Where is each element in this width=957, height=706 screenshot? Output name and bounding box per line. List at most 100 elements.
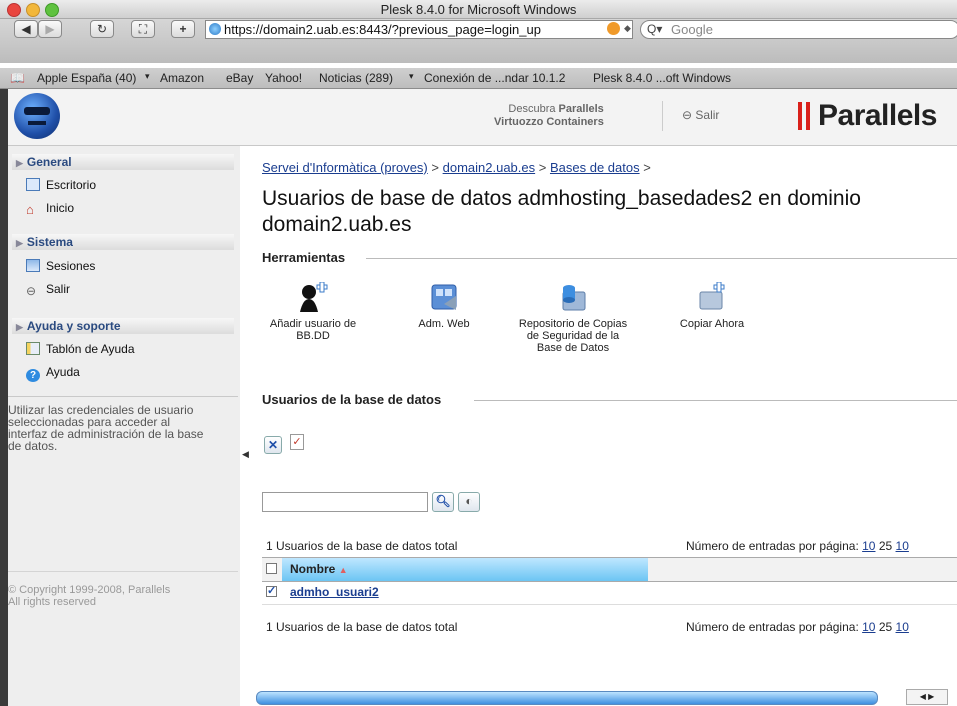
triangle-right-icon: ▶ [16,158,23,168]
chevron-down-icon[interactable]: ▾ [145,71,150,82]
breadcrumb-separator: > [431,160,439,175]
promo-line1-bold: Parallels [558,103,604,115]
parallels-bars-icon [798,102,810,130]
forward-button[interactable]: ▶ [38,20,62,38]
bookmark-yahoo[interactable]: Yahoo! [265,71,302,85]
logout-label: Salir [695,108,720,122]
per-page-label: Número de entradas por página: [686,620,859,634]
sidebar-item-label: Salir [46,282,71,296]
column-title: Nombre [290,562,336,576]
sidebar-item-label: Escritorio [46,178,97,192]
backup-now-icon [699,282,725,310]
window-left-edge [0,89,8,706]
address-bar[interactable]: https://domain2.uab.es:8443/?previous_pa… [205,20,633,39]
bookmark-conexion[interactable]: Conexión de ...ndar 10.1.2 [424,71,565,85]
logout-icon: ⊖ [26,284,37,298]
globe-icon [209,23,221,35]
breadcrumb-item[interactable]: Servei d'Informàtica (proves) [262,160,428,175]
users-search-input[interactable] [262,492,428,512]
column-header-nombre[interactable]: Nombre ▲ [282,558,648,581]
plus-icon: + [179,22,187,36]
web-admin-tool[interactable]: Adm. Web [404,282,484,330]
reload-button[interactable]: ↻ [90,20,114,38]
per-page-option[interactable]: 10 [896,539,909,553]
search-icon: Q▾ [647,22,663,36]
sidebar-section-sistema[interactable]: ▶ Sistema [12,234,234,250]
horizontal-scrollbar-thumb[interactable] [256,691,878,705]
sidebar-item-escritorio[interactable]: Escritorio [26,178,96,192]
bookmark-apple[interactable]: Apple España (40) [37,71,136,85]
per-page-label: Número de entradas por página: [686,539,859,553]
backup-now-tool[interactable]: Copiar Ahora [672,282,752,330]
search-button[interactable]: 🔍︎ [432,492,454,512]
sidebar-item-inicio[interactable]: ⌂ Inicio [26,201,75,217]
chevron-down-icon[interactable]: ▾ [409,71,414,82]
row-checkbox-checked[interactable]: ✓ [266,586,277,597]
bookmark-plesk[interactable]: Plesk 8.4.0 ...oft Windows [593,71,731,85]
breadcrumb-item[interactable]: Bases de datos [550,160,640,175]
per-page-option[interactable]: 10 [896,620,909,634]
sidebar-section-general[interactable]: ▶ General [12,154,234,170]
tool-label: Adm. Web [418,318,470,330]
select-all-icon[interactable]: ✓ [290,434,304,450]
address-dropdown-icon[interactable]: ◆ [624,23,631,34]
desktop-icon [26,178,40,191]
group-divider [366,258,957,259]
show-all-button[interactable]: ◐ [458,492,480,512]
sort-arrow-icon: ▲ [338,565,348,575]
promo-link[interactable]: Descubra Parallels Virtuozzo Containers [494,103,604,129]
add-bookmark-button[interactable]: + [171,20,195,38]
breadcrumb-item[interactable]: domain2.uab.es [443,160,536,175]
search-placeholder: Google [671,22,713,37]
breadcrumb-separator: > [643,160,651,175]
window-title: Plesk 8.4.0 for Microsoft Windows [380,2,577,17]
page-title: Usuarios de base de datos admhosting_bas… [262,187,861,236]
table-header: Nombre ▲ [262,557,957,582]
sidebar-section-ayuda[interactable]: ▶ Ayuda y soporte [12,318,234,334]
sidebar-item-ayuda[interactable]: ? Ayuda [26,365,80,382]
sidebar-item-label: Tablón de Ayuda [46,342,135,356]
search-field[interactable]: Q▾ Google [640,20,957,39]
delete-x-icon: ✕ [267,438,279,452]
sidebar-item-label: Inicio [46,201,75,215]
copyright-line2: All rights reserved [8,596,97,608]
per-page-25[interactable]: 25 [879,539,892,553]
main-content: Servei d'Informàtica (proves) > domain2.… [248,146,957,706]
delete-selected-button[interactable]: ✕ [264,436,282,454]
logout-link[interactable]: ⊖ Salir [682,108,719,122]
show-all-icon: ◐ [465,494,473,508]
user-link[interactable]: admho_usuari2 [290,585,379,599]
bookmarks-book-icon[interactable]: 📖 [10,71,25,85]
select-all-checkbox[interactable] [266,563,277,574]
per-page-10[interactable]: 10 [862,620,875,634]
rss-feed-icon[interactable] [607,22,620,35]
sidebar-item-tablon[interactable]: Tablón de Ayuda [26,342,135,356]
plesk-logo-icon [14,93,60,139]
bookmark-ebay[interactable]: eBay [226,71,253,85]
sidebar-item-salir[interactable]: ⊖ Salir [26,282,71,298]
help-icon: ? [26,369,40,382]
sidebar: ▶ General Escritorio ⌂ Inicio ▶ Sistema Ses… [8,146,240,706]
web-admin-icon [431,284,457,310]
backup-repository-tool[interactable]: Repositorio de Copias de Seguridad de la… [518,282,628,354]
bookmark-amazon[interactable]: Amazon [160,71,204,85]
bookmark-noticias[interactable]: Noticias (289) [319,71,393,85]
group-divider [474,400,957,401]
parallels-logo: Parallels [818,99,937,132]
per-page-10[interactable]: 10 [862,539,875,553]
sidebar-item-sesiones[interactable]: Sesiones [26,259,95,273]
scroll-arrows[interactable]: ◀ ▶ [906,689,948,705]
add-user-icon [300,282,328,312]
back-arrow-icon: ◀ [21,22,31,36]
snapback-button[interactable]: ⛶ [131,20,155,38]
total-count-bottom: 1 Usuarios de la base de datos total [266,620,458,634]
copyright: © Copyright 1999-2008, Parallels All rig… [8,584,228,608]
forward-arrow-icon: ▶ [45,22,55,36]
section-title: Ayuda y soporte [26,319,121,333]
logout-icon: ⊖ [682,108,693,122]
triangle-right-icon: ▶ [16,322,23,332]
back-button[interactable]: ◀ [14,20,38,38]
section-title: General [26,155,72,169]
add-db-user-tool[interactable]: Añadir usuario de BB.DD [268,282,358,342]
per-page-25[interactable]: 25 [879,620,892,634]
